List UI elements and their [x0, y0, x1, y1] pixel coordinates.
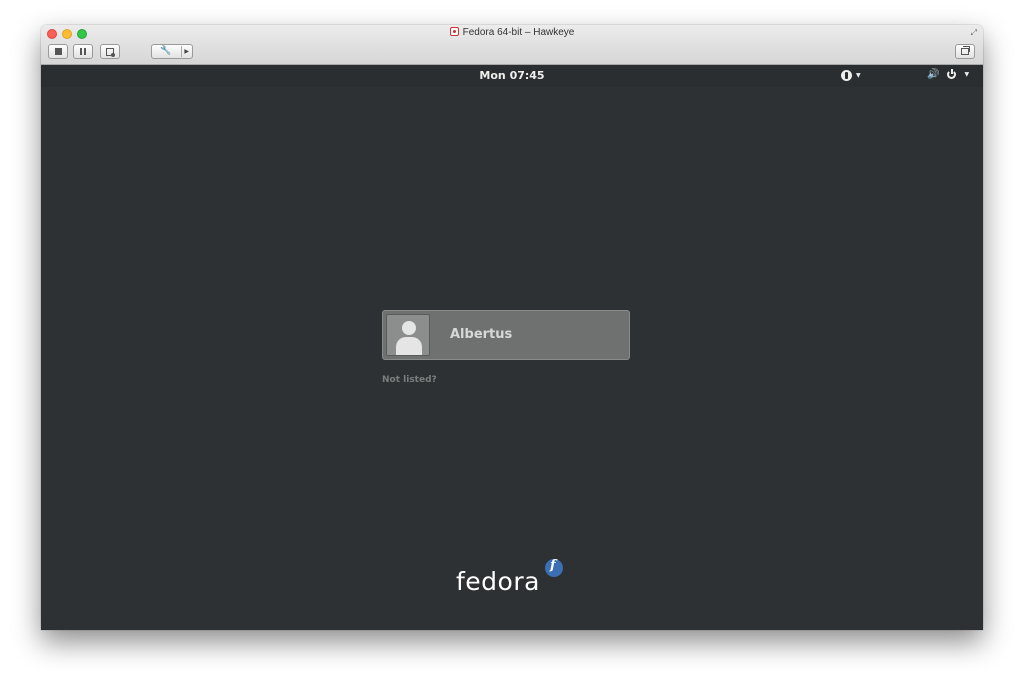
pause-button[interactable]	[73, 44, 93, 59]
window-title-text: Fedora 64-bit – Hawkeye	[462, 27, 575, 38]
user-list-item[interactable]: Albertus	[382, 310, 630, 360]
avatar	[386, 314, 430, 356]
vm-window: Fedora 64-bit – Hawkeye ⤢ 🔧 ▶ Mon 07:45 …	[41, 25, 983, 630]
avatar-body-icon	[396, 337, 422, 355]
fedora-logo-text: fedora	[456, 567, 540, 596]
guest-screen[interactable]: Mon 07:45 ▼ 🔊 ▼ Albertus Not listed? fed…	[41, 65, 983, 630]
window-titlebar[interactable]: Fedora 64-bit – Hawkeye ⤢ 🔧 ▶	[41, 25, 983, 65]
windowed-mode-icon	[961, 46, 970, 55]
snapshot-button[interactable]	[100, 44, 120, 59]
settings-menu-button[interactable]: 🔧 ▶	[151, 44, 193, 59]
volume-icon: 🔊	[927, 69, 940, 80]
accessibility-icon	[841, 70, 852, 81]
restore-view-button[interactable]	[955, 44, 975, 59]
gnome-top-bar: Mon 07:45 ▼ 🔊 ▼	[41, 65, 983, 87]
stop-icon	[54, 48, 62, 55]
snapshot-icon	[106, 47, 115, 57]
triangle-right-icon: ▶	[184, 48, 189, 55]
fullscreen-icon[interactable]: ⤢	[971, 28, 977, 38]
stop-button[interactable]	[48, 44, 68, 59]
pause-icon	[80, 48, 86, 55]
accessibility-menu[interactable]: ▼	[841, 70, 861, 81]
vmware-app-icon	[449, 27, 459, 36]
user-name-label: Albertus	[450, 327, 513, 342]
chevron-down-icon: ▼	[964, 71, 970, 78]
power-icon	[947, 69, 957, 79]
avatar-head-icon	[402, 321, 416, 335]
wrench-icon: 🔧	[160, 46, 172, 56]
window-title: Fedora 64-bit – Hawkeye	[41, 27, 983, 38]
chevron-down-icon: ▼	[856, 72, 861, 79]
system-menu[interactable]: 🔊 ▼	[927, 69, 969, 80]
fedora-infinity-icon	[545, 558, 563, 577]
not-listed-link[interactable]: Not listed?	[382, 375, 437, 385]
